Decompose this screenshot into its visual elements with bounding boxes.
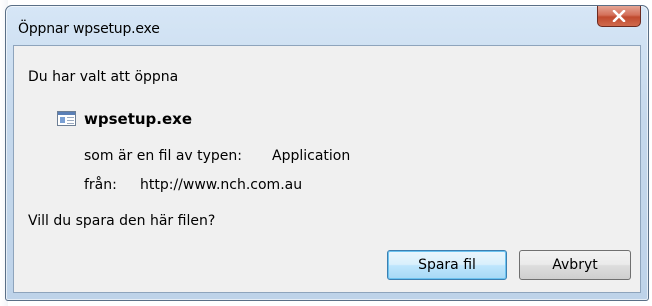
download-dialog: Öppnar wpsetup.exe Du har valt att öppna…: [5, 5, 649, 301]
application-file-icon: [57, 111, 76, 126]
dialog-titlebar[interactable]: Öppnar wpsetup.exe: [6, 6, 648, 44]
save-question: Vill du spara den här filen?: [28, 213, 216, 229]
close-button[interactable]: [597, 6, 641, 27]
lead-text: Du har valt att öppna: [28, 69, 179, 85]
file-source-url: http://www.nch.com.au: [140, 177, 303, 193]
close-icon: [612, 10, 626, 22]
file-type-label: som är en fil av typen:: [84, 148, 243, 164]
screen: Öppnar wpsetup.exe Du har valt att öppna…: [0, 0, 652, 306]
dialog-title: Öppnar wpsetup.exe: [18, 21, 160, 37]
file-source-label: från:: [84, 177, 117, 193]
cancel-button[interactable]: Avbryt: [519, 250, 631, 280]
dialog-content: Du har valt att öppna wpsetup.exe som är…: [13, 45, 641, 293]
file-type-value: Application: [272, 148, 351, 164]
file-name: wpsetup.exe: [84, 110, 193, 128]
save-file-button[interactable]: Spara fil: [387, 250, 507, 280]
